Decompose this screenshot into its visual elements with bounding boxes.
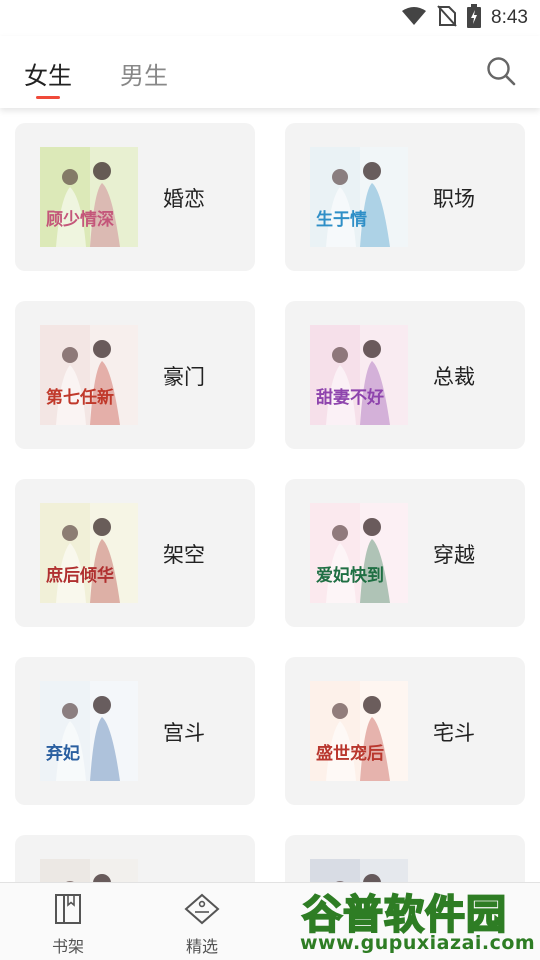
category-card-hunlian[interactable]: 顾少情深 婚恋 — [15, 123, 255, 271]
svg-text:盛世宠后: 盛世宠后 — [316, 743, 384, 764]
tab-female[interactable]: 女生 — [24, 56, 72, 91]
category-label: 宫斗 — [163, 721, 205, 745]
book-cover-image: 顾少情深 — [40, 147, 138, 247]
book-cover-image: 生于情 — [310, 147, 408, 247]
category-label: 穿越 — [433, 543, 475, 567]
nav-bookshelf[interactable]: 书架 — [28, 893, 108, 957]
svg-text:庶后倾华: 庶后倾华 — [46, 565, 114, 586]
status-time: 8:43 — [491, 7, 528, 28]
tab-male[interactable]: 男生 — [120, 56, 168, 91]
category-card-chuanyue[interactable]: 爱妃快到 穿越 — [285, 479, 525, 627]
top-tab-bar: 女生 男生 — [0, 36, 540, 108]
category-label: 总裁 — [433, 365, 475, 389]
svg-text:第七任新: 第七任新 — [46, 387, 114, 408]
nav-label: 书架 — [51, 937, 84, 956]
nav-label: 精选 — [185, 937, 218, 956]
svg-text:生于情: 生于情 — [316, 209, 367, 230]
category-card-zhaidou[interactable]: 盛世宠后 宅斗 — [285, 657, 525, 805]
svg-text:弃妃: 弃妃 — [46, 743, 80, 764]
status-icons: 8:43 — [401, 4, 528, 32]
book-cover-image: 庶后倾华 — [40, 503, 138, 603]
book-cover-image: 第七任新 — [40, 325, 138, 425]
category-grid: 顾少情深 婚恋 生于情 职场 第七任新 豪门 甜妻不好 总裁 庶后倾华 架空 爱… — [0, 108, 540, 882]
svg-text:甜妻不好: 甜妻不好 — [316, 387, 384, 408]
no-sim-icon — [437, 5, 457, 31]
category-card-partial-right[interactable] — [285, 835, 525, 882]
category-card-jiakong[interactable]: 庶后倾华 架空 — [15, 479, 255, 627]
search-button[interactable] — [486, 56, 516, 86]
book-cover-image: 盛世宠后 — [310, 681, 408, 781]
watermark-logo: 谷普软件园 www.gupuxiazai.com — [296, 878, 540, 960]
book-cover-image — [40, 859, 138, 882]
bookshelf-icon — [55, 894, 81, 924]
status-bar: 8:43 — [0, 0, 540, 36]
category-label: 豪门 — [163, 365, 205, 389]
active-tab-indicator — [36, 96, 60, 99]
book-cover-image: 甜妻不好 — [310, 325, 408, 425]
category-card-gongdou[interactable]: 弃妃 宫斗 — [15, 657, 255, 805]
category-card-zhichang[interactable]: 生于情 职场 — [285, 123, 525, 271]
category-label: 宅斗 — [433, 721, 475, 745]
svg-text:顾少情深: 顾少情深 — [46, 209, 114, 230]
category-label: 职场 — [433, 187, 475, 211]
book-cover-image: 爱妃快到 — [310, 503, 408, 603]
category-card-zongcai[interactable]: 甜妻不好 总裁 — [285, 301, 525, 449]
nav-featured[interactable]: 精选 — [162, 893, 242, 957]
wifi-icon — [401, 6, 427, 30]
battery-icon — [467, 4, 482, 32]
category-card-partial-left[interactable] — [15, 835, 255, 882]
tag-icon — [184, 893, 220, 925]
svg-text:爱妃快到: 爱妃快到 — [316, 565, 384, 586]
watermark-url: www.gupuxiazai.com — [300, 932, 536, 954]
book-cover-image: 弃妃 — [40, 681, 138, 781]
category-card-haomen[interactable]: 第七任新 豪门 — [15, 301, 255, 449]
category-label: 婚恋 — [163, 187, 205, 211]
search-icon — [487, 57, 516, 86]
category-label: 架空 — [163, 543, 205, 567]
